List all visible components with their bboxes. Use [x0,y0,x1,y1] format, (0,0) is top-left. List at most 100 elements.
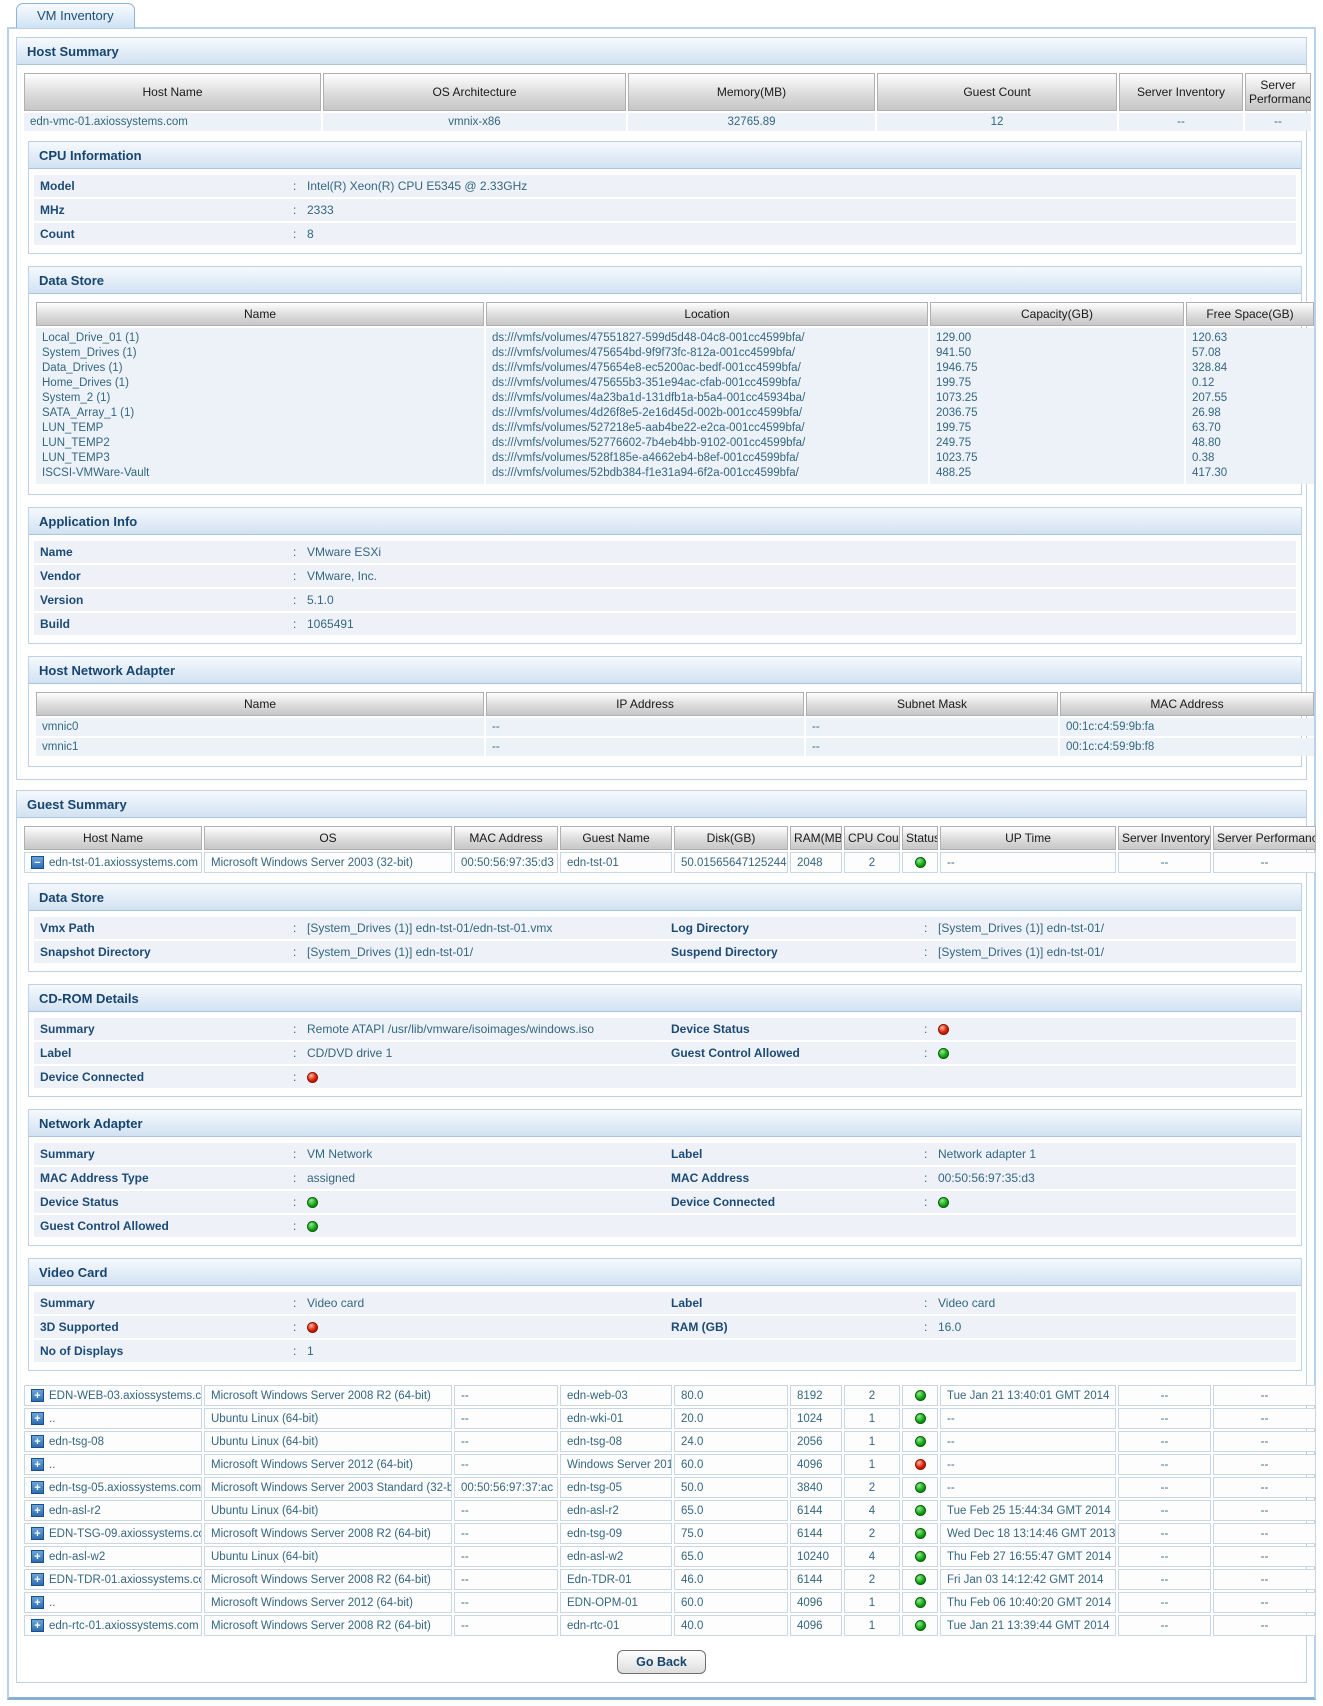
guest-host-cell: +EDN-TDR-01.axiossystems.com [24,1569,202,1590]
column-header: CPU Count [844,826,900,850]
guest-server-inventory-cell: -- [1118,1477,1211,1498]
data-store-column: 129.00941.501946.75199.751073.252036.751… [930,328,1184,484]
field-row: 3D Supported:RAM (GB):16.0 [34,1316,1296,1338]
field-cell: Vmx Path:[System_Drives (1)] edn-tst-01/… [34,918,665,938]
colon-separator: : [924,945,938,959]
guest-server-performance-cell: -- [1213,1454,1316,1475]
data-store-value: 1946.75 [936,361,1178,376]
guest-row: +..Microsoft Windows Server 2012 (64-bit… [24,1592,1316,1613]
guest-mac-address-cell: -- [454,1546,558,1567]
data-store-value: 207.55 [1192,391,1308,406]
guest-status-cell [902,1569,938,1590]
field-cell: Label:Video card [665,1293,1296,1313]
guest-row: +edn-rtc-01.axiossystems.comMicrosoft Wi… [24,1615,1316,1636]
collapse-icon[interactable]: − [31,856,44,869]
column-header: Server Inventory [1119,73,1243,111]
column-header: Location [486,302,928,326]
field-label: Label [671,1296,924,1310]
guest-host-name: edn-rtc-01.axiossystems.com [49,1620,199,1632]
guest-server-inventory-cell: -- [1118,852,1211,873]
field-row: No of Displays:1 [34,1340,1296,1362]
guest-status-cell [902,1454,938,1475]
guest-mac-address-cell: -- [454,1385,558,1406]
colon-separator: : [293,1195,307,1209]
field-value: Video card [307,1296,364,1310]
guest-cpu-count-cell: 4 [844,1500,900,1521]
guest-row: +edn-tsg-08Ubuntu Linux (64-bit)--edn-ts… [24,1431,1316,1452]
guest-host-name: edn-asl-w2 [49,1551,105,1563]
data-store-column: 120.6357.08328.840.12207.5526.9863.7048.… [1186,328,1314,484]
guest-cpu-count-cell: 4 [844,1546,900,1567]
field-value: 2333 [307,203,334,217]
expand-icon[interactable]: + [31,1389,44,1402]
guest-mac-address-cell: -- [454,1454,558,1475]
field-row: Summary:Remote ATAPI /usr/lib/vmware/iso… [34,1018,1296,1040]
host-cell: edn-vmc-01.axiossystems.com [24,113,321,131]
guest-disk-gb-cell: 24.0 [674,1431,788,1452]
guest-mac-address-cell: -- [454,1615,558,1636]
guest-server-performance-cell: -- [1213,1385,1316,1406]
element: Name:VMware ESXiVendor:VMware, Inc.Versi… [34,541,1296,635]
guest-mac-address-cell: 00:50:56:97:35:d3 [454,852,558,873]
guest-os-cell: Microsoft Windows Server 2008 R2 (64-bit… [204,1385,452,1406]
field-value: 8 [307,227,314,241]
guest-guest-name-cell: edn-web-03 [560,1385,672,1406]
data-store-value: 199.75 [936,421,1178,436]
guest-up-time-cell: -- [940,1477,1116,1498]
field-row: MHz:2333 [34,199,1296,221]
data-store-column: Local_Drive_01 (1)System_Drives (1)Data_… [36,328,484,484]
field-value: VMware, Inc. [307,569,377,583]
guest-status-cell [902,1408,938,1429]
field-label: RAM (GB) [671,1320,924,1334]
expand-icon[interactable]: + [31,1458,44,1471]
field-row: Vendor:VMware, Inc. [34,565,1296,587]
guest-host-cell: +EDN-TSG-09.axiossystems.com [24,1523,202,1544]
guest-row: +..Microsoft Windows Server 2012 (64-bit… [24,1454,1316,1475]
guest-ram-mb-cell: 1024 [790,1408,842,1429]
column-header: Guest Count [877,73,1117,111]
column-header: Memory(MB) [628,73,875,111]
column-header: UP Time [940,826,1116,850]
data-store-title: Data Store [29,884,1301,911]
expand-icon[interactable]: + [31,1527,44,1540]
network-adapter-cell: vmnic1 [36,738,484,756]
column-header: Server Inventory [1118,826,1211,850]
field-row: Build:1065491 [34,613,1296,635]
guest-status-cell [902,1431,938,1452]
expand-icon[interactable]: + [31,1573,44,1586]
expand-icon[interactable]: + [31,1412,44,1425]
expand-icon[interactable]: + [31,1504,44,1517]
element: Summary:VM NetworkLabel:Network adapter … [34,1143,1296,1237]
status-green-icon [915,1574,926,1585]
field-value: [System_Drives (1)] edn-tst-01/ [938,945,1104,959]
column-header: Disk(GB) [674,826,788,850]
network-adapter-cell: -- [806,738,1058,756]
network-adapter-title: Network Adapter [29,1110,1301,1137]
expand-icon[interactable]: + [31,1619,44,1632]
field-value: assigned [307,1171,355,1185]
go-back-button[interactable]: Go Back [617,1650,706,1674]
expand-icon[interactable]: + [31,1435,44,1448]
guest-mac-address-cell: -- [454,1500,558,1521]
expand-icon[interactable]: + [31,1596,44,1609]
guest-row: +edn-asl-w2Ubuntu Linux (64-bit)--edn-as… [24,1546,1316,1567]
expand-icon[interactable]: + [31,1550,44,1563]
guest-cpu-count-cell: 1 [844,1454,900,1475]
guest-guest-name-cell: edn-asl-w2 [560,1546,672,1567]
guest-up-time-cell: Tue Feb 25 15:44:34 GMT 2014 [940,1500,1116,1521]
field-value: 1 [307,1344,314,1358]
guest-server-performance-cell: -- [1213,1615,1316,1636]
field-cell: 3D Supported: [34,1317,665,1337]
field-value: [System_Drives (1)] edn-tst-01/edn-tst-0… [307,921,552,935]
field-cell: Build:1065491 [34,614,1296,634]
field-row: Version:5.1.0 [34,589,1296,611]
guest-cpu-count-cell: 2 [844,1385,900,1406]
data-store-value: 26.98 [1192,406,1308,421]
field-label: Device Connected [40,1070,293,1084]
tab-vm-inventory[interactable]: VM Inventory [16,3,135,28]
field-cell: Log Directory:[System_Drives (1)] edn-ts… [665,918,1296,938]
guest-guest-name-cell: edn-rtc-01 [560,1615,672,1636]
data-store-value: LUN_TEMP3 [42,451,478,466]
guest-summary-section: Guest Summary Host NameOSMAC AddressGues… [16,790,1307,1683]
expand-icon[interactable]: + [31,1481,44,1494]
